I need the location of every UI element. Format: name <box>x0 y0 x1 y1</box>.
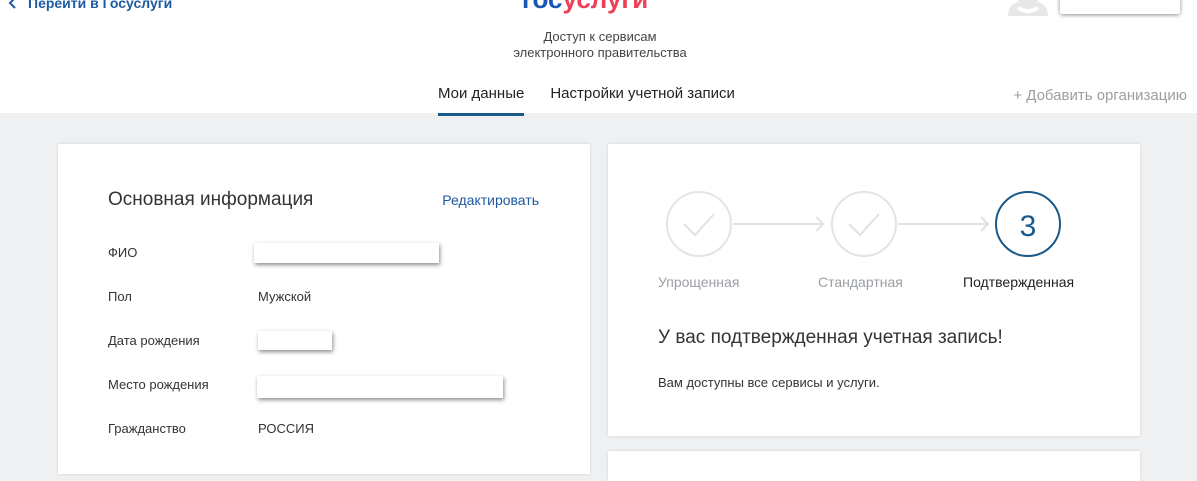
label-citizenship: Гражданство <box>108 421 186 436</box>
account-level-steps: 3 <box>666 191 1061 257</box>
back-link-label: Перейти в Госуслуги <box>28 0 173 11</box>
top-header: Перейти в Госуслуги госуслуги Доступ к с… <box>0 0 1197 116</box>
tagline-line-2: электронного правительства <box>513 45 687 60</box>
tab-my-data[interactable]: Мои данные <box>438 85 525 116</box>
chevron-left-icon <box>8 0 16 9</box>
birth-place-redacted <box>257 376 503 398</box>
birth-date-redacted <box>258 331 332 350</box>
site-tagline: Доступ к сервисам электронного правитель… <box>450 29 750 61</box>
confirmed-account-title: У вас подтвержденная учетная запись! <box>658 327 1003 348</box>
step-confirmed-number: 3 <box>1020 210 1037 243</box>
logo-part-uslugi: услуги <box>563 0 649 14</box>
step-confirmed-circle: 3 <box>995 191 1061 257</box>
tab-account-settings[interactable]: Настройки учетной записи <box>550 85 735 116</box>
add-organization-link[interactable]: + Добавить организацию <box>1013 87 1187 105</box>
label-birth-place: Место рождения <box>108 377 209 392</box>
step-label-confirmed: Подтвержденная <box>963 274 1075 290</box>
full-name-redacted <box>254 243 439 263</box>
confirmed-account-description: Вам доступны все сервисы и услуги. <box>658 375 880 390</box>
value-citizenship: РОССИЯ <box>258 421 315 436</box>
value-sex: Мужской <box>258 289 312 304</box>
account-level-card: 3 Упрощенная Стандартная Подтвержденная … <box>608 144 1140 436</box>
label-birth-date: Дата рождения <box>108 333 200 348</box>
checkmark-icon <box>683 213 715 237</box>
step-arrow-1 <box>733 216 825 232</box>
label-sex: Пол <box>108 289 132 304</box>
step-label-simplified: Упрощенная <box>658 274 740 290</box>
gosuslugi-logo[interactable]: госуслуги <box>522 0 648 12</box>
step-label-standard: Стандартная <box>818 274 903 290</box>
profile-tabs: Мои данные Настройки учетной записи <box>438 85 735 116</box>
step-standard-circle <box>831 191 897 257</box>
step-arrow-2 <box>898 216 990 232</box>
step-simplified-circle <box>666 191 732 257</box>
main-info-title: Основная информация <box>108 189 314 210</box>
avatar-icon[interactable] <box>1004 0 1052 16</box>
main-info-card: Основная информация Редактировать ФИО По… <box>58 144 590 474</box>
secondary-card <box>608 451 1140 481</box>
user-name-redacted[interactable] <box>1060 0 1180 14</box>
checkmark-icon <box>848 213 880 237</box>
edit-button[interactable]: Редактировать <box>442 191 539 209</box>
tagline-line-1: Доступ к сервисам <box>543 29 657 44</box>
label-full-name: ФИО <box>108 245 138 260</box>
logo-part-gos: гос <box>522 0 563 14</box>
back-to-gosuslugi-link[interactable]: Перейти в Госуслуги <box>8 0 172 12</box>
